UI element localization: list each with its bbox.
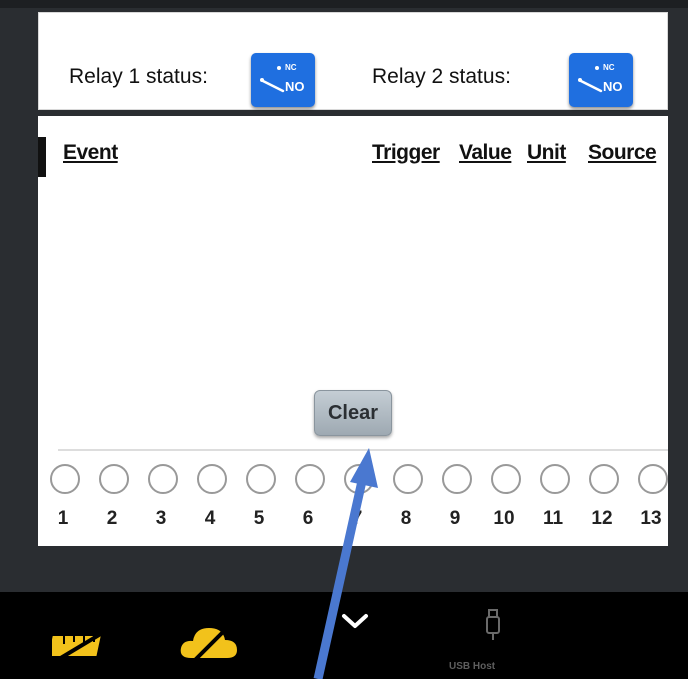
top-frame	[0, 0, 688, 8]
relay-status-panel: Relay 1 status: NC NO Relay 2 status: NC…	[38, 12, 668, 110]
channel-indicator-10[interactable]	[491, 464, 521, 494]
channel-number-9: 9	[449, 508, 461, 529]
channel-number-12: 12	[591, 508, 613, 529]
channel-indicator-12[interactable]	[589, 464, 619, 494]
relay-1-status-button[interactable]: NC NO	[251, 53, 315, 107]
channel-number-4: 4	[204, 508, 216, 529]
channel-indicator-7[interactable]	[344, 464, 374, 494]
relay-switch-icon	[578, 78, 603, 93]
channel-number-10: 10	[493, 508, 515, 529]
channel-number-1: 1	[57, 508, 69, 529]
channel-indicator-2[interactable]	[99, 464, 129, 494]
channel-indicator-8[interactable]	[393, 464, 423, 494]
relay-1-nc-text: NC	[285, 63, 297, 72]
relay-switch-icon	[260, 78, 285, 93]
relay-1-label: Relay 1 status:	[69, 65, 208, 88]
channel-indicator-11[interactable]	[540, 464, 570, 494]
channel-indicator-1[interactable]	[50, 464, 80, 494]
chevron-down-icon[interactable]	[341, 612, 369, 630]
channel-number-11: 11	[542, 508, 564, 529]
usb-icon	[486, 609, 500, 640]
nc-dot-icon	[277, 66, 281, 70]
channel-number-2: 2	[106, 508, 118, 529]
column-header-event[interactable]: Event	[63, 141, 118, 165]
channel-indicator-4[interactable]	[197, 464, 227, 494]
panel-edge-marker	[38, 137, 46, 177]
channel-number-5: 5	[253, 508, 265, 529]
ruler-disabled-icon[interactable]	[52, 630, 108, 664]
channel-number-8: 8	[400, 508, 412, 529]
nc-dot-icon	[595, 66, 599, 70]
relay-1-no-text: NO	[285, 79, 305, 94]
usb-host-label: USB Host	[449, 661, 496, 672]
event-log-panel: Event Trigger Value Unit Source Clear 12…	[38, 116, 668, 546]
channel-number-6: 6	[302, 508, 314, 529]
cloud-disabled-icon[interactable]	[177, 620, 241, 668]
relay-2-status-button[interactable]: NC NO	[569, 53, 633, 107]
relay-2-label: Relay 2 status:	[372, 65, 511, 88]
channel-number-7: 7	[351, 508, 363, 529]
channel-indicator-9[interactable]	[442, 464, 472, 494]
column-header-trigger[interactable]: Trigger	[372, 141, 440, 165]
relay-2-nc-text: NC	[603, 63, 615, 72]
channel-indicator-5[interactable]	[246, 464, 276, 494]
clear-button[interactable]: Clear	[314, 390, 392, 436]
channel-number-3: 3	[155, 508, 167, 529]
column-header-unit[interactable]: Unit	[527, 141, 566, 165]
column-header-source[interactable]: Source	[588, 141, 657, 165]
relay-2-no-text: NO	[603, 79, 623, 94]
channel-indicator-3[interactable]	[148, 464, 178, 494]
channel-indicator-13[interactable]	[638, 464, 668, 494]
channel-indicator-6[interactable]	[295, 464, 325, 494]
channel-number-13: 13	[640, 508, 662, 529]
divider	[58, 449, 668, 451]
column-header-value[interactable]: Value	[459, 141, 512, 165]
